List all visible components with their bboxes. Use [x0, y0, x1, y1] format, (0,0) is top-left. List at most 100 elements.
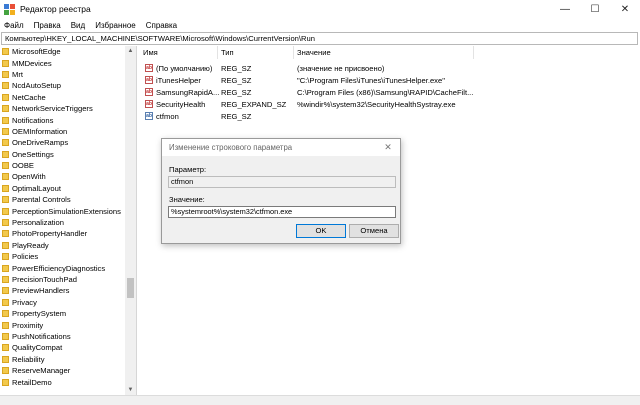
tree-item[interactable]: PreviewHandlers	[0, 285, 125, 296]
dialog-close-icon[interactable]: ✕	[382, 141, 394, 153]
value-row[interactable]: ab ctfmon REG_SZ	[140, 110, 640, 122]
tree-item-label: Policies	[12, 252, 39, 262]
column-header-type[interactable]: Тип	[218, 46, 294, 59]
close-button[interactable]: ✕	[610, 0, 640, 18]
value-name: ctfmon	[156, 111, 179, 121]
folder-icon	[2, 207, 9, 215]
tree-pane: MicrosoftEdge MMDevices Mrt NcdAutoSetup…	[0, 46, 137, 395]
tree-item[interactable]: OptimalLayout	[0, 183, 125, 194]
folder-icon	[2, 287, 9, 295]
folder-icon	[2, 253, 9, 261]
value-row[interactable]: ab iTunesHelper REG_SZ "C:\Program Files…	[140, 74, 640, 86]
folder-icon	[2, 150, 9, 158]
value-type: REG_EXPAND_SZ	[221, 99, 287, 109]
scroll-up-icon[interactable]: ▲	[125, 46, 136, 56]
dialog-title: Изменение строкового параметра	[162, 139, 400, 156]
tree-item[interactable]: ReserveManager	[0, 365, 125, 376]
value-row[interactable]: ab SamsungRapidA... REG_SZ C:\Program Fi…	[140, 86, 640, 98]
menu-edit[interactable]: Правка	[34, 21, 61, 30]
tree-item-label: PerceptionSimulationExtensions	[12, 206, 121, 216]
value-data: "C:\Program Files\iTunes\iTunesHelper.ex…	[297, 75, 445, 85]
tree-item-label: Mrt	[12, 69, 23, 79]
tree-item-label: OOBE	[12, 161, 34, 171]
title-bar: Редактор реестра — ☐ ✕	[0, 0, 640, 18]
tree-item[interactable]: NetworkServiceTriggers	[0, 103, 125, 114]
param-label: Параметр:	[169, 165, 207, 174]
cancel-button[interactable]: Отмена	[349, 224, 399, 238]
maximize-button[interactable]: ☐	[580, 0, 610, 18]
folder-icon	[2, 378, 9, 386]
tree-item[interactable]: Reliability	[0, 354, 125, 365]
tree-item[interactable]: QualityCompat	[0, 342, 125, 353]
tree-list: MicrosoftEdge MMDevices Mrt NcdAutoSetup…	[0, 46, 125, 388]
tree-item[interactable]: Privacy	[0, 297, 125, 308]
tree-scrollbar[interactable]: ▲ ▼	[125, 46, 136, 395]
tree-item-label: Parental Controls	[12, 195, 71, 205]
column-header-data[interactable]: Значение	[294, 46, 474, 59]
tree-item[interactable]: OpenWith	[0, 171, 125, 182]
tree-item-label: NcdAutoSetup	[12, 81, 61, 91]
tree-item-label: OptimalLayout	[12, 183, 61, 193]
tree-item[interactable]: Personalization	[0, 217, 125, 228]
param-name-field: ctfmon	[168, 176, 396, 188]
scroll-down-icon[interactable]: ▼	[125, 385, 136, 395]
tree-item[interactable]: PerceptionSimulationExtensions	[0, 205, 125, 216]
value-type: REG_SZ	[221, 63, 252, 73]
tree-item[interactable]: PrecisionTouchPad	[0, 274, 125, 285]
value-row[interactable]: ab SecurityHealth REG_EXPAND_SZ %windir%…	[140, 98, 640, 110]
folder-icon	[2, 276, 9, 283]
tree-item-label: OEMInformation	[12, 126, 68, 136]
menu-view[interactable]: Вид	[71, 21, 85, 30]
tree-item-label: PrecisionTouchPad	[12, 275, 78, 284]
menu-favorites[interactable]: Избранное	[95, 21, 136, 30]
tree-item[interactable]: NetCache	[0, 92, 125, 103]
string-value-icon: ab	[145, 64, 153, 72]
tree-item[interactable]: Mrt	[0, 69, 125, 80]
minimize-button[interactable]: —	[550, 0, 580, 18]
menu-bar: Файл Правка Вид Избранное Справка	[0, 18, 640, 32]
menu-help[interactable]: Справка	[146, 21, 177, 30]
string-value-icon: ab	[145, 100, 153, 108]
tree-item-label: NetworkServiceTriggers	[12, 104, 93, 114]
scroll-thumb[interactable]	[127, 278, 134, 298]
tree-item-label: Personalization	[12, 218, 64, 228]
tree-item-label: Notifications	[12, 115, 54, 125]
address-bar[interactable]: Компьютер\HKEY_LOCAL_MACHINE\SOFTWARE\Mi…	[1, 32, 638, 45]
folder-icon	[2, 219, 9, 227]
tree-item[interactable]: OOBE	[0, 160, 125, 171]
tree-item[interactable]: OneSettings	[0, 149, 125, 160]
tree-item[interactable]: Notifications	[0, 114, 125, 125]
folder-icon	[2, 184, 9, 192]
tree-item[interactable]: Parental Controls	[0, 194, 125, 205]
tree-item[interactable]: OneDriveRamps	[0, 137, 125, 148]
tree-item[interactable]: NcdAutoSetup	[0, 80, 125, 91]
tree-item-label: ReserveManager	[12, 366, 71, 376]
tree-item[interactable]: Policies	[0, 251, 125, 262]
value-name: iTunesHelper	[156, 75, 201, 85]
tree-item[interactable]: MMDevices	[0, 57, 125, 68]
folder-icon	[2, 367, 9, 375]
tree-item-label: PlayReady	[12, 240, 49, 250]
value-row[interactable]: ab (По умолчанию) REG_SZ (значение не пр…	[140, 62, 640, 74]
value-data-input[interactable]: %systemroot%\system32\ctfmon.exe	[168, 206, 396, 218]
window-title: Редактор реестра	[20, 4, 91, 14]
ok-button[interactable]: OK	[296, 224, 346, 238]
menu-file[interactable]: Файл	[4, 21, 24, 30]
tree-item[interactable]: PushNotifications	[0, 331, 125, 342]
value-type: REG_SZ	[221, 87, 252, 97]
folder-icon	[2, 173, 9, 181]
tree-item-label: PushNotifications	[12, 331, 71, 341]
column-header-name[interactable]: Имя	[140, 46, 218, 59]
tree-item[interactable]: PlayReady	[0, 240, 125, 251]
tree-item[interactable]: RetailDemo	[0, 376, 125, 387]
tree-item[interactable]: MicrosoftEdge	[0, 46, 125, 57]
tree-item[interactable]: Proximity	[0, 319, 125, 330]
folder-icon	[2, 93, 9, 101]
folder-icon	[2, 116, 9, 124]
tree-item[interactable]: PropertySystem	[0, 308, 125, 319]
tree-item[interactable]: PowerEfficiencyDiagnostics	[0, 262, 125, 273]
tree-item[interactable]: OEMInformation	[0, 126, 125, 137]
folder-icon	[2, 264, 9, 272]
folder-icon	[2, 139, 9, 147]
tree-item[interactable]: PhotoPropertyHandler	[0, 228, 125, 239]
